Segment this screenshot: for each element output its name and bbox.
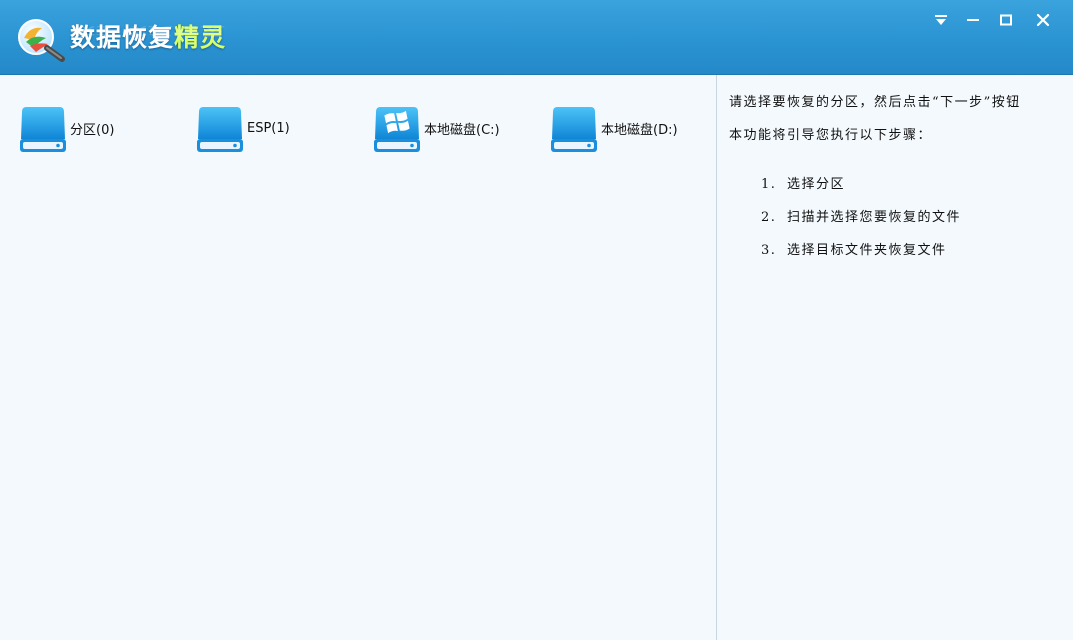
- drive-icon: [20, 107, 66, 152]
- instruction-text: 请选择要恢复的分区，然后点击“下一步”按钮: [729, 95, 1021, 110]
- app-window: 数据恢复精灵 数据恢复精灵 分区(0) ESP(1) 本地磁盘(C:) 本地磁盘…: [0, 0, 1073, 640]
- step-number: 2.: [761, 210, 777, 225]
- step-text: 选择分区: [787, 177, 846, 192]
- partition-item[interactable]: 本地磁盘(C:): [372, 103, 500, 155]
- maximize-button[interactable]: [993, 8, 1019, 32]
- drive-icon: [551, 107, 597, 152]
- step-item: 2. 扫描并选择您要恢复的文件: [761, 206, 961, 225]
- maximize-icon: [1000, 14, 1012, 26]
- main-content: 分区(0) ESP(1) 本地磁盘(C:) 本地磁盘(D:) 请选择要恢复的分区…: [0, 75, 1073, 640]
- drive-icon: [197, 107, 243, 152]
- close-button[interactable]: [1030, 8, 1056, 32]
- minimize-icon: [967, 19, 979, 21]
- step-number: 3.: [761, 243, 777, 258]
- partition-label: 本地磁盘(C:): [424, 122, 500, 138]
- step-text: 选择目标文件夹恢复文件: [787, 243, 947, 258]
- windows-drive-icon: [374, 107, 420, 152]
- close-icon: [1036, 13, 1050, 27]
- partition-item[interactable]: 分区(0): [18, 103, 114, 155]
- step-text: 扫描并选择您要恢复的文件: [787, 210, 962, 225]
- partition-label: ESP(1): [247, 120, 290, 136]
- partition-label: 本地磁盘(D:): [601, 122, 678, 138]
- magnifier-logo-icon: [18, 19, 65, 62]
- step-number: 1.: [761, 177, 777, 192]
- step-item: 3. 选择目标文件夹恢复文件: [761, 239, 947, 258]
- instruction-subtext: 本功能将引导您执行以下步骤：: [729, 128, 933, 143]
- instructions-panel: 请选择要恢复的分区，然后点击“下一步”按钮 本功能将引导您执行以下步骤： 1. 选…: [717, 75, 1073, 640]
- minimize-button[interactable]: [960, 8, 986, 32]
- title-bar[interactable]: 数据恢复精灵 数据恢复精灵: [0, 0, 1073, 75]
- app-title: 数据恢复精灵: [70, 23, 227, 52]
- partition-item[interactable]: 本地磁盘(D:): [549, 103, 678, 155]
- menu-button[interactable]: [928, 8, 954, 32]
- step-item: 1. 选择分区: [761, 173, 845, 192]
- menu-icon: [935, 15, 947, 25]
- partition-label: 分区(0): [70, 122, 115, 138]
- partition-list[interactable]: 分区(0) ESP(1) 本地磁盘(C:) 本地磁盘(D:): [0, 75, 716, 640]
- partition-item[interactable]: ESP(1): [195, 103, 290, 155]
